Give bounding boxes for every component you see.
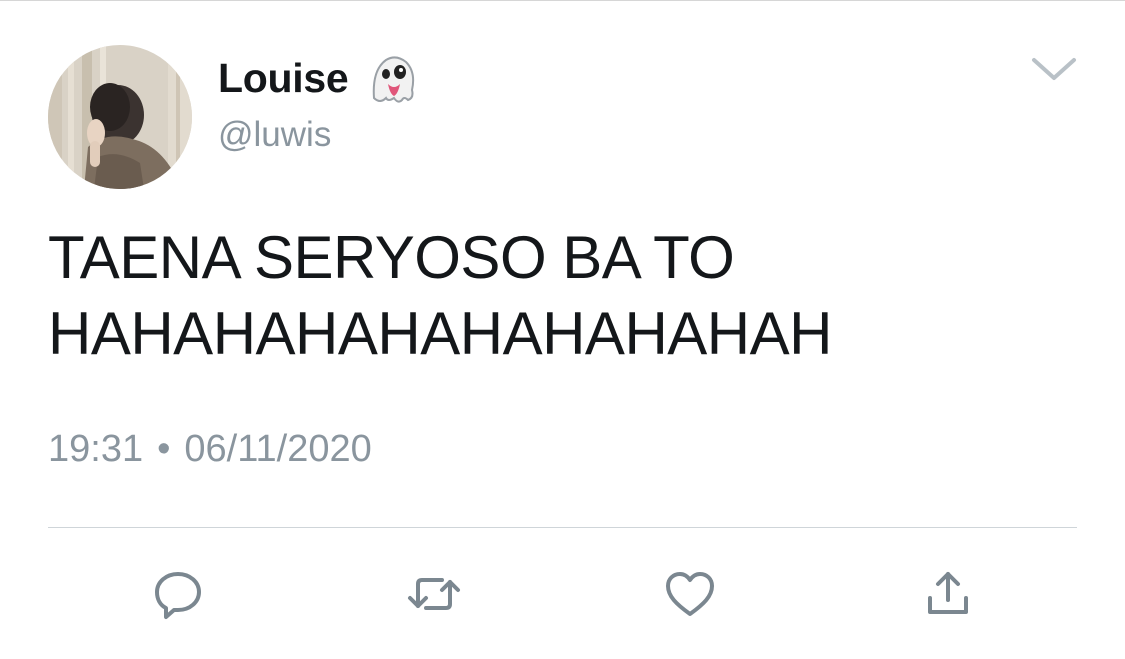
retweet-icon [408,578,460,610]
actions-divider [48,527,1077,528]
tweet-date: 06/11/2020 [184,428,372,470]
tweet-text: TAENA SERYOSO BA TO HAHAHAHAHAHAHAHAHAH [48,224,832,367]
ghost-icon [364,50,420,106]
author-name-row[interactable]: Louise [218,50,420,106]
tweet-timestamp[interactable]: 19:31 • 06/11/2020 [48,428,372,471]
like-button[interactable] [662,566,718,622]
retweet-button[interactable] [406,566,462,622]
chevron-down-icon[interactable] [1030,52,1078,84]
top-divider [0,0,1125,1]
reply-icon [155,572,201,619]
tweet-time: 19:31 [48,428,144,470]
author-handle[interactable]: @luwis [218,115,331,155]
avatar[interactable] [48,45,192,189]
share-icon [928,572,968,614]
share-button[interactable] [920,566,976,622]
display-name[interactable]: Louise [218,55,349,102]
reply-button[interactable] [150,566,206,622]
heart-icon [666,572,714,616]
meta-separator: • [157,428,171,470]
